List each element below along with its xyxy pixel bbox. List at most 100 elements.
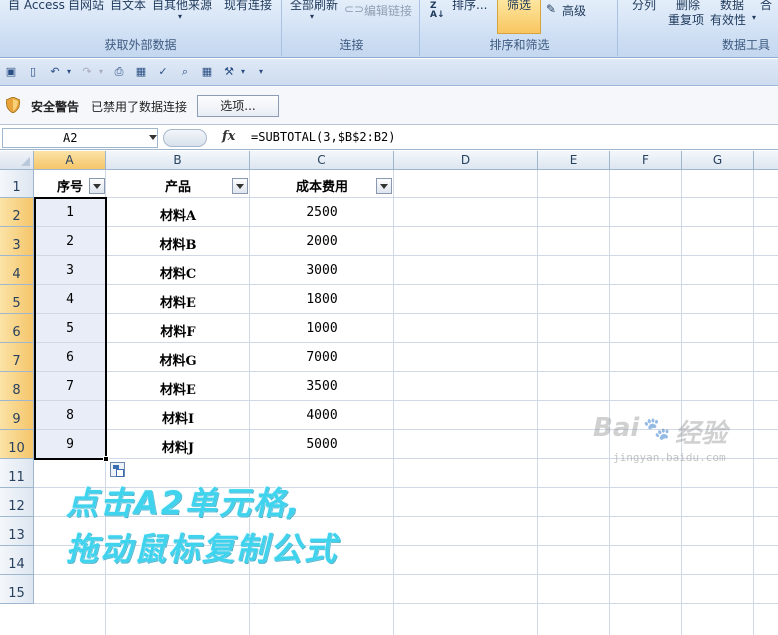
shield-icon bbox=[6, 97, 20, 113]
calculator-icon[interactable]: ▦ bbox=[134, 65, 148, 79]
row-header-15[interactable]: 15 bbox=[0, 575, 34, 604]
undo-icon[interactable]: ↶ bbox=[48, 65, 62, 79]
column-header-g[interactable]: G bbox=[682, 151, 754, 170]
name-box-value: A2 bbox=[63, 131, 78, 145]
watermark: Bai 🐾 经验 jingyan.baidu.com bbox=[593, 413, 763, 479]
row-number: 10 bbox=[8, 441, 25, 456]
table-cell[interactable]: 材料C bbox=[106, 263, 250, 282]
table-cell[interactable]: 材料E bbox=[106, 379, 250, 398]
gridline bbox=[753, 170, 754, 635]
redo-icon[interactable]: ↷ bbox=[80, 65, 94, 79]
spelling-icon[interactable]: ✓ bbox=[156, 65, 170, 79]
table-header-cell[interactable]: 产品 bbox=[106, 176, 250, 195]
from-text-button[interactable]: 自文本 bbox=[110, 0, 146, 13]
group-title: 数据工具 bbox=[721, 38, 770, 52]
row-header-3[interactable]: 3 bbox=[0, 227, 34, 256]
name-box-dropdown-icon[interactable] bbox=[149, 135, 157, 140]
group-title: 获取外部数据 bbox=[104, 38, 177, 52]
table-cell[interactable]: 5000 bbox=[250, 437, 394, 452]
table-cell[interactable]: 4000 bbox=[250, 408, 394, 423]
table-cell[interactable]: 7000 bbox=[250, 350, 394, 365]
table-cell[interactable]: 材料J bbox=[106, 437, 250, 456]
column-header-h[interactable] bbox=[754, 151, 778, 170]
row-number: 14 bbox=[8, 557, 25, 572]
filter-button[interactable]: 筛选 bbox=[497, 0, 541, 34]
gridline bbox=[34, 313, 778, 314]
quick-access-toolbar: ▣ ▯ ↶ ▾ ↷ ▾ ⎙ ▦ ✓ ⌕ ▦ ⚒ ▾ ▾ bbox=[0, 59, 778, 86]
row-header-11[interactable]: 11 bbox=[0, 459, 34, 488]
gridline bbox=[681, 170, 682, 635]
sort-az-icon[interactable]: Z A↓ bbox=[430, 2, 446, 20]
table-cell[interactable]: 2500 bbox=[250, 205, 394, 220]
advanced-filter-button[interactable]: 高级 bbox=[562, 2, 586, 19]
formula-bar-resize-handle[interactable] bbox=[163, 129, 207, 147]
insert-function-icon[interactable]: fx bbox=[222, 129, 235, 144]
print-icon[interactable]: ⎙ bbox=[112, 65, 126, 79]
customize-toolbar-icon[interactable]: ▾ bbox=[254, 65, 268, 79]
row-header-9[interactable]: 9 bbox=[0, 401, 34, 430]
table-cell[interactable]: 材料F bbox=[106, 321, 250, 340]
from-access-button[interactable]: 自 Access bbox=[8, 0, 65, 13]
fill-handle[interactable] bbox=[103, 456, 109, 462]
column-header-e[interactable]: E bbox=[538, 151, 610, 170]
from-web-button[interactable]: 自网站 bbox=[68, 0, 104, 13]
borders-icon[interactable]: ▦ bbox=[200, 65, 214, 79]
save-icon[interactable]: ▣ bbox=[4, 65, 18, 79]
table-header-cell[interactable]: 成本费用 bbox=[250, 176, 394, 195]
filter-dropdown-icon[interactable] bbox=[376, 178, 392, 194]
table-cell[interactable]: 1800 bbox=[250, 292, 394, 307]
table-cell[interactable]: 材料B bbox=[106, 234, 250, 253]
selection-border bbox=[34, 197, 107, 460]
row-header-13[interactable]: 13 bbox=[0, 517, 34, 546]
annotation-line-2: 拖动鼠标复制公式 bbox=[66, 530, 339, 568]
column-header-f[interactable]: F bbox=[610, 151, 682, 170]
row-number: 6 bbox=[12, 325, 21, 340]
table-cell[interactable]: 2000 bbox=[250, 234, 394, 249]
chevron-down-icon: ▾ bbox=[310, 12, 315, 21]
security-warning-message: 已禁用了数据连接 bbox=[91, 100, 188, 114]
sort-button[interactable]: 排序... bbox=[452, 0, 487, 13]
table-cell[interactable]: 1000 bbox=[250, 321, 394, 336]
column-header-d[interactable]: D bbox=[394, 151, 538, 170]
row-header-14[interactable]: 14 bbox=[0, 546, 34, 575]
new-file-icon[interactable]: ▯ bbox=[26, 65, 40, 79]
column-header-c[interactable]: C bbox=[250, 151, 394, 170]
row-header-10[interactable]: 10 bbox=[0, 430, 34, 459]
row-header-4[interactable]: 4 bbox=[0, 256, 34, 285]
row-header-6[interactable]: 6 bbox=[0, 314, 34, 343]
table-cell[interactable]: 3500 bbox=[250, 379, 394, 394]
row-header-1[interactable]: 1 bbox=[0, 170, 34, 198]
table-cell[interactable]: 材料I bbox=[106, 408, 250, 427]
row-number: 13 bbox=[8, 528, 25, 543]
watermark-brand-2: 经验 bbox=[675, 419, 728, 449]
print-preview-icon[interactable]: ⌕ bbox=[178, 65, 192, 79]
row-header-12[interactable]: 12 bbox=[0, 488, 34, 517]
table-cell[interactable]: 材料G bbox=[106, 350, 250, 369]
edit-links-button[interactable]: 编辑链接 bbox=[364, 2, 412, 19]
tools-icon[interactable]: ⚒ bbox=[222, 65, 236, 79]
consolidate-button[interactable]: 合 bbox=[760, 0, 772, 13]
row-number: 2 bbox=[12, 209, 21, 224]
row-header-2[interactable]: 2 bbox=[0, 198, 34, 227]
existing-connections-button[interactable]: 现有连接 bbox=[224, 0, 272, 13]
name-box[interactable]: A2 bbox=[2, 128, 158, 148]
row-header-8[interactable]: 8 bbox=[0, 372, 34, 401]
options-button[interactable]: 选项... bbox=[197, 95, 279, 117]
filter-dropdown-icon[interactable] bbox=[89, 178, 105, 194]
select-all-corner[interactable] bbox=[0, 151, 34, 170]
formula-input[interactable]: =SUBTOTAL(3,$B$2:B2) bbox=[251, 130, 396, 144]
redo-dropdown-icon[interactable]: ▾ bbox=[94, 65, 108, 79]
filter-dropdown-icon[interactable] bbox=[232, 178, 248, 194]
column-header-a[interactable]: A bbox=[34, 151, 106, 170]
row-header-7[interactable]: 7 bbox=[0, 343, 34, 372]
tools-dropdown-icon[interactable]: ▾ bbox=[236, 65, 250, 79]
text-to-columns-button[interactable]: 分列 bbox=[632, 0, 656, 13]
table-cell[interactable]: 3000 bbox=[250, 263, 394, 278]
table-cell[interactable]: 材料A bbox=[106, 205, 250, 224]
undo-dropdown-icon[interactable]: ▾ bbox=[62, 65, 76, 79]
paw-icon: 🐾 bbox=[643, 417, 671, 442]
column-header-b[interactable]: B bbox=[106, 151, 250, 170]
row-header-5[interactable]: 5 bbox=[0, 285, 34, 314]
auto-fill-options-icon[interactable] bbox=[110, 462, 125, 477]
table-cell[interactable]: 材料E bbox=[106, 292, 250, 311]
